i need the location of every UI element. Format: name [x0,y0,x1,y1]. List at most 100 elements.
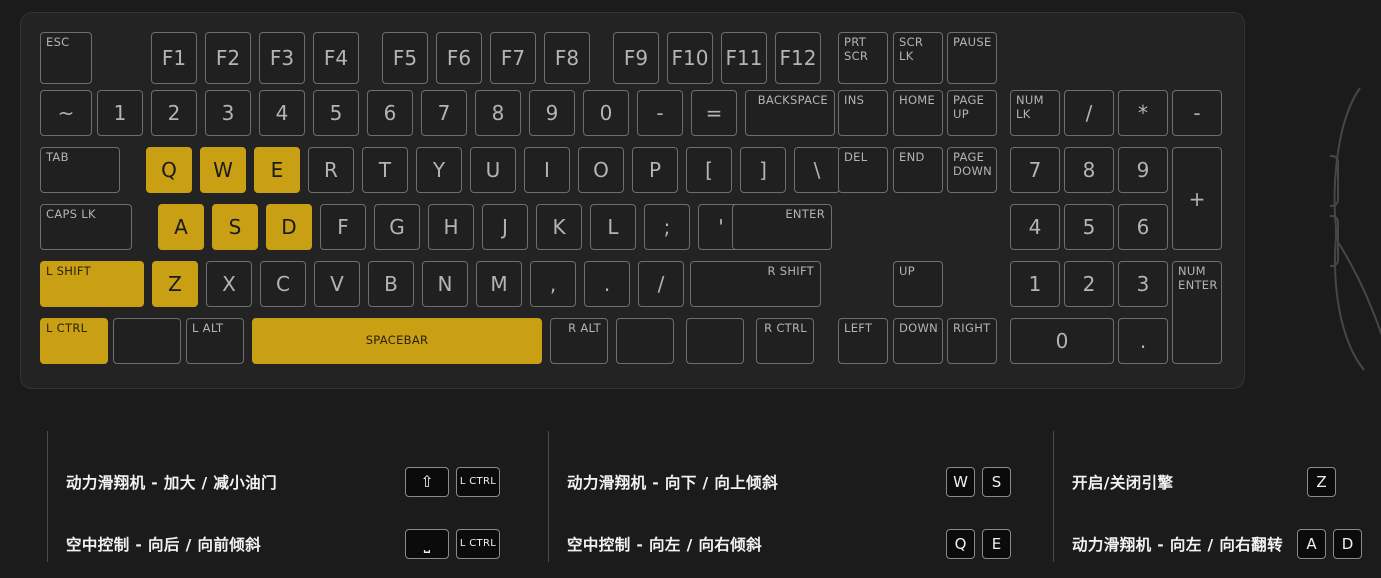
key-left-shift[interactable]: L SHIFT [40,261,144,307]
key-6[interactable]: 6 [367,90,413,136]
key-numpad-8[interactable]: 8 [1064,147,1114,193]
key-f12[interactable]: F12 [775,32,821,84]
key-bracket-left[interactable]: [ [686,147,732,193]
key-arrow-up[interactable]: UP [893,261,943,307]
key-s[interactable]: S [212,204,258,250]
key-9[interactable]: 9 [529,90,575,136]
key-b[interactable]: B [368,261,414,307]
key-numpad-0[interactable]: 0 [1010,318,1114,364]
key-u[interactable]: U [470,147,516,193]
key-n[interactable]: N [422,261,468,307]
key-enter[interactable]: ENTER [732,204,832,250]
key-f9[interactable]: F9 [613,32,659,84]
key-esc[interactable]: ESC [40,32,92,84]
key-p[interactable]: P [632,147,678,193]
key-l[interactable]: L [590,204,636,250]
key-f6[interactable]: F6 [436,32,482,84]
key-left-meta[interactable] [113,318,181,364]
key-home[interactable]: HOME [893,90,943,136]
legend-key-chip[interactable]: Z [1307,467,1336,497]
key-f1[interactable]: F1 [151,32,197,84]
key-numpad-minus[interactable]: - [1172,90,1222,136]
key-numpad-9[interactable]: 9 [1118,147,1168,193]
key-f8[interactable]: F8 [544,32,590,84]
legend-key-chip[interactable]: ⇧ [405,467,449,497]
key-f5[interactable]: F5 [382,32,428,84]
key-caps-lock[interactable]: CAPS LK [40,204,132,250]
key-f[interactable]: F [320,204,366,250]
key-numpad-7[interactable]: 7 [1010,147,1060,193]
key-f4[interactable]: F4 [313,32,359,84]
key-semicolon[interactable]: ; [644,204,690,250]
key-numpad-multiply[interactable]: * [1118,90,1168,136]
key-3[interactable]: 3 [205,90,251,136]
legend-key-chip[interactable]: L CTRL [456,529,500,559]
key-f2[interactable]: F2 [205,32,251,84]
key-page-up[interactable]: PAGE UP [947,90,997,136]
key-delete[interactable]: DEL [838,147,888,193]
key-q[interactable]: Q [146,147,192,193]
key-f10[interactable]: F10 [667,32,713,84]
key-insert[interactable]: INS [838,90,888,136]
legend-key-chip[interactable]: D [1332,529,1362,559]
key-spacebar[interactable]: SPACEBAR [252,318,542,364]
key-numpad-enter[interactable]: NUM ENTER [1172,261,1222,364]
key-numpad-3[interactable]: 3 [1118,261,1168,307]
key-a[interactable]: A [158,204,204,250]
legend-key-chip[interactable]: Q [946,529,975,559]
key-right-shift[interactable]: R SHIFT [690,261,821,307]
key-left-ctrl[interactable]: L CTRL [40,318,108,364]
key-v[interactable]: V [314,261,360,307]
key-7[interactable]: 7 [421,90,467,136]
key-bracket-right[interactable]: ] [740,147,786,193]
key-pause[interactable]: PAUSE [947,32,997,84]
key-tab[interactable]: TAB [40,147,120,193]
key-c[interactable]: C [260,261,306,307]
key-numpad-plus[interactable]: + [1172,147,1222,250]
key-numpad-4[interactable]: 4 [1010,204,1060,250]
key-r[interactable]: R [308,147,354,193]
key-0[interactable]: 0 [583,90,629,136]
legend-key-chip[interactable]: A [1296,529,1326,559]
key-page-down[interactable]: PAGE DOWN [947,147,997,193]
key-8[interactable]: 8 [475,90,521,136]
key-5[interactable]: 5 [313,90,359,136]
key-t[interactable]: T [362,147,408,193]
key-i[interactable]: I [524,147,570,193]
key-numpad-divide[interactable]: / [1064,90,1114,136]
key-menu[interactable] [686,318,744,364]
key-e[interactable]: E [254,147,300,193]
key-numpad-period[interactable]: . [1118,318,1168,364]
key-arrow-left[interactable]: LEFT [838,318,888,364]
legend-key-chip[interactable]: E [982,529,1011,559]
key-tilde[interactable]: ~ [40,90,92,136]
key-end[interactable]: END [893,147,943,193]
key-z[interactable]: Z [152,261,198,307]
key-right-meta[interactable] [616,318,674,364]
key-4[interactable]: 4 [259,90,305,136]
key-h[interactable]: H [428,204,474,250]
key-w[interactable]: W [200,147,246,193]
key-d[interactable]: D [266,204,312,250]
key-arrow-right[interactable]: RIGHT [947,318,997,364]
key-numpad-6[interactable]: 6 [1118,204,1168,250]
key-f11[interactable]: F11 [721,32,767,84]
key-f7[interactable]: F7 [490,32,536,84]
key-equals[interactable]: = [691,90,737,136]
key-arrow-down[interactable]: DOWN [893,318,943,364]
key-k[interactable]: K [536,204,582,250]
key-1[interactable]: 1 [97,90,143,136]
key-backspace[interactable]: BACKSPACE [745,90,835,136]
key-print-screen[interactable]: PRT SCR [838,32,888,84]
key-num-lock[interactable]: NUM LK [1010,90,1060,136]
key-right-alt[interactable]: R ALT [550,318,608,364]
legend-key-chip[interactable]: W [946,467,975,497]
legend-key-chip[interactable]: ⎵ [405,529,449,559]
key-g[interactable]: G [374,204,420,250]
key-2[interactable]: 2 [151,90,197,136]
key-x[interactable]: X [206,261,252,307]
key-comma[interactable]: , [530,261,576,307]
key-scroll-lock[interactable]: SCR LK [893,32,943,84]
key-o[interactable]: O [578,147,624,193]
key-slash[interactable]: / [638,261,684,307]
